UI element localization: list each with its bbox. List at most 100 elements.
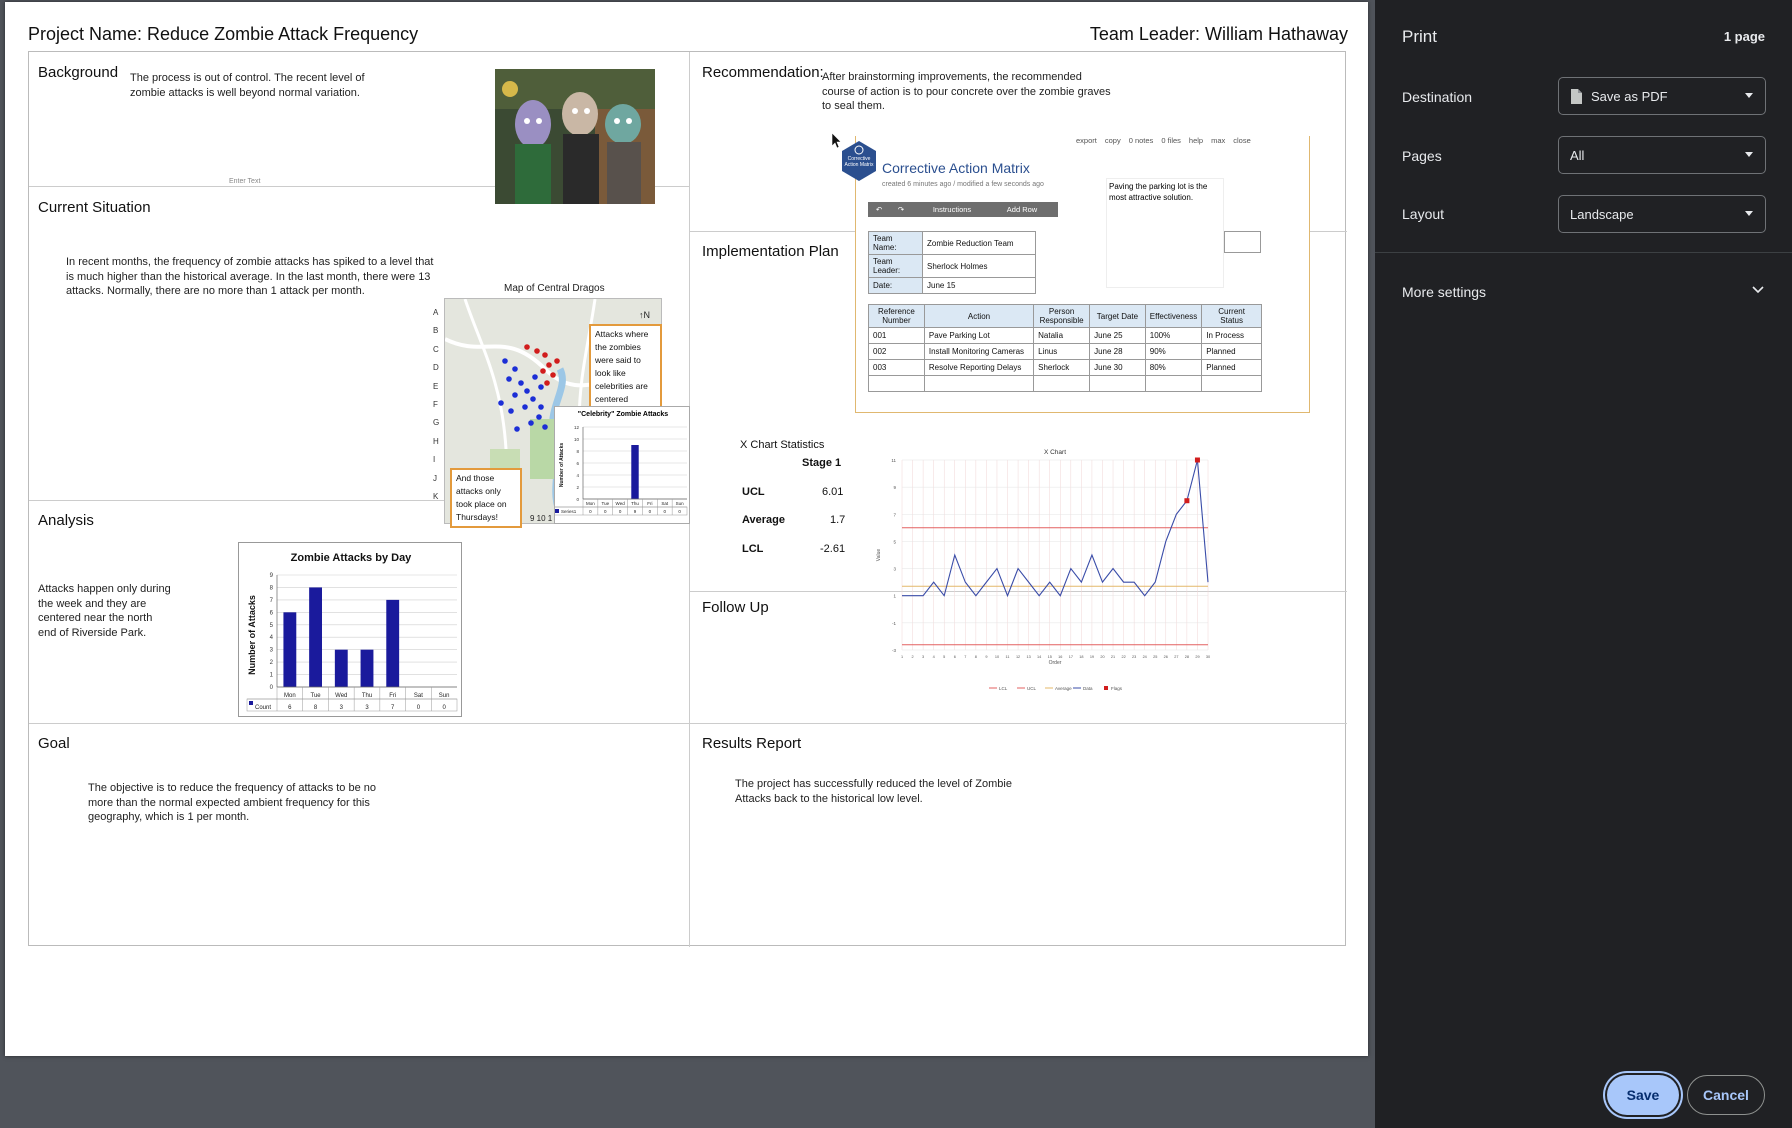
table-border [246, 698, 458, 712]
undo-button[interactable]: ↶ [868, 205, 890, 214]
value-label: 3 [365, 705, 369, 711]
category-label: Sat [414, 693, 423, 699]
current-situation-title: Current Situation [38, 199, 151, 216]
table-row[interactable]: 001 Pave Parking Lot Natalia June 25 100% In … [868, 327, 1262, 344]
more-settings-label: More settings [1402, 284, 1487, 300]
export-link[interactable]: export [1076, 136, 1097, 150]
attack-marker [524, 388, 530, 394]
y-tick-label: 9 [893, 485, 896, 490]
destination-select[interactable]: Save as PDF [1558, 77, 1766, 115]
close-link[interactable]: close [1233, 136, 1251, 150]
x-tick-label: 3 [922, 655, 924, 659]
attack-marker [530, 396, 536, 402]
col-person: Person Responsible [1033, 304, 1091, 328]
layout-select[interactable]: Landscape [1558, 195, 1766, 233]
value-label: 0 [678, 509, 681, 514]
x-tick-label: 18 [1079, 655, 1083, 659]
col-reference: Reference Number [868, 304, 925, 328]
col-action: Action [923, 304, 1035, 328]
x-tick-label: 12 [1016, 655, 1020, 659]
help-link[interactable]: help [1189, 136, 1203, 150]
team-leader-value[interactable]: Sherlock Holmes [922, 254, 1036, 278]
y-tick-label: -1 [892, 621, 896, 626]
category-label: Sun [439, 693, 450, 699]
table-row[interactable]: 002 Install Monitoring Cameras Linus June 2… [868, 343, 1262, 360]
x-tick-label: 5 [943, 655, 945, 659]
map-row-label: B [433, 326, 439, 336]
x-tick-label: 19 [1090, 655, 1094, 659]
inset-chart-plot: Number of Attacks 0 2 4 6 8 10 12 Mon 0 Tue 0 Wed 0 Th… [555, 425, 688, 516]
north-indicator: ↑N [639, 310, 650, 320]
add-row-button[interactable]: Add Row [992, 205, 1052, 214]
category-label: Thu [631, 501, 639, 506]
x-tick-label: 13 [1027, 655, 1031, 659]
x-tick-label: 22 [1121, 655, 1125, 659]
flag-marker [1194, 457, 1200, 463]
files-link[interactable]: 0 files [1161, 136, 1181, 150]
instructions-button[interactable]: Instructions [912, 205, 992, 214]
x-tick-label: 2 [911, 655, 913, 659]
cancel-button[interactable]: Cancel [1687, 1075, 1765, 1115]
thursday-callout: And those attacks only took place on Thu… [450, 468, 522, 528]
x-tick-label: 24 [1143, 655, 1147, 659]
attack-marker [528, 420, 534, 426]
cam-actions-table: Reference Number Action Person Responsib… [868, 304, 1262, 392]
x-tick-label: 8 [975, 655, 977, 659]
y-tick-label: 4 [576, 473, 579, 478]
attack-marker [498, 400, 504, 406]
attack-marker [542, 424, 548, 430]
col-status: Current Status [1201, 304, 1262, 328]
flag-marker [1184, 498, 1190, 504]
legend-label: Series1 [561, 509, 577, 514]
value-label: 0 [589, 509, 592, 514]
map-row-label: C [433, 344, 439, 354]
table-row[interactable]: 003 Resolve Reporting Delays Sherlock June … [868, 359, 1262, 376]
x-tick-label: 9 [985, 655, 987, 659]
corrective-action-matrix-window[interactable]: export copy 0 notes 0 files help max clo… [855, 136, 1310, 413]
map-row-label: H [433, 436, 439, 446]
y-tick-label: 8 [270, 585, 274, 591]
team-name-value[interactable]: Zombie Reduction Team [922, 231, 1036, 255]
celebrity-attack-marker [534, 348, 540, 354]
results-report-title: Results Report [702, 735, 802, 752]
copy-link[interactable]: copy [1105, 136, 1121, 150]
recommendation-title: Recommendation: [702, 64, 824, 81]
attack-marker [512, 366, 518, 372]
x-tick-label: 20 [1100, 655, 1104, 659]
chevron-down-icon [1745, 211, 1753, 216]
x-tick-label: 27 [1174, 655, 1178, 659]
print-settings-panel: Print 1 page Destination Save as PDF Pag… [1375, 0, 1792, 1128]
attack-marker [538, 384, 544, 390]
date-label: Date: [868, 277, 923, 294]
print-preview-page: Project Name: Reduce Zombie Attack Frequ… [5, 2, 1368, 1056]
table-row[interactable] [868, 375, 1262, 392]
save-button[interactable]: Save [1607, 1075, 1679, 1115]
x-tick-label: 17 [1069, 655, 1073, 659]
average-value: 1.7 [830, 514, 846, 526]
pages-select[interactable]: All [1558, 136, 1766, 174]
notes-link[interactable]: 0 notes [1129, 136, 1154, 150]
x-tick-label: 7 [964, 655, 966, 659]
cam-blank-field[interactable] [1224, 231, 1261, 253]
enter-text-placeholder[interactable]: Enter Text [229, 175, 260, 190]
redo-button[interactable]: ↷ [890, 205, 912, 214]
attack-marker [532, 374, 538, 380]
more-settings-toggle[interactable]: More settings [1375, 270, 1792, 316]
map-row-label: G [433, 418, 440, 428]
cam-sticky-note[interactable]: Paving the parking lot is the most attra… [1106, 178, 1224, 288]
legend-label: Flags [1111, 686, 1123, 691]
pages-label: Pages [1402, 148, 1442, 164]
date-value[interactable]: June 15 [922, 277, 1036, 294]
map-row-label: I [433, 455, 436, 465]
x-tick-label: 25 [1153, 655, 1157, 659]
y-tick-label: 7 [270, 598, 274, 604]
category-label: Mon [586, 501, 595, 506]
y-tick-label: 4 [270, 635, 274, 641]
team-leader-header: Team Leader: William Hathaway [1089, 24, 1348, 44]
max-link[interactable]: max [1211, 136, 1225, 150]
destination-value: Save as PDF [1591, 88, 1668, 104]
results-report-text: The project has successfully reduced the… [735, 778, 1012, 805]
y-tick-label: 3 [270, 648, 274, 654]
team-leader-label: Team Leader: [868, 254, 923, 278]
project-name-header: Project Name: Reduce Zombie Attack Frequ… [28, 24, 419, 44]
